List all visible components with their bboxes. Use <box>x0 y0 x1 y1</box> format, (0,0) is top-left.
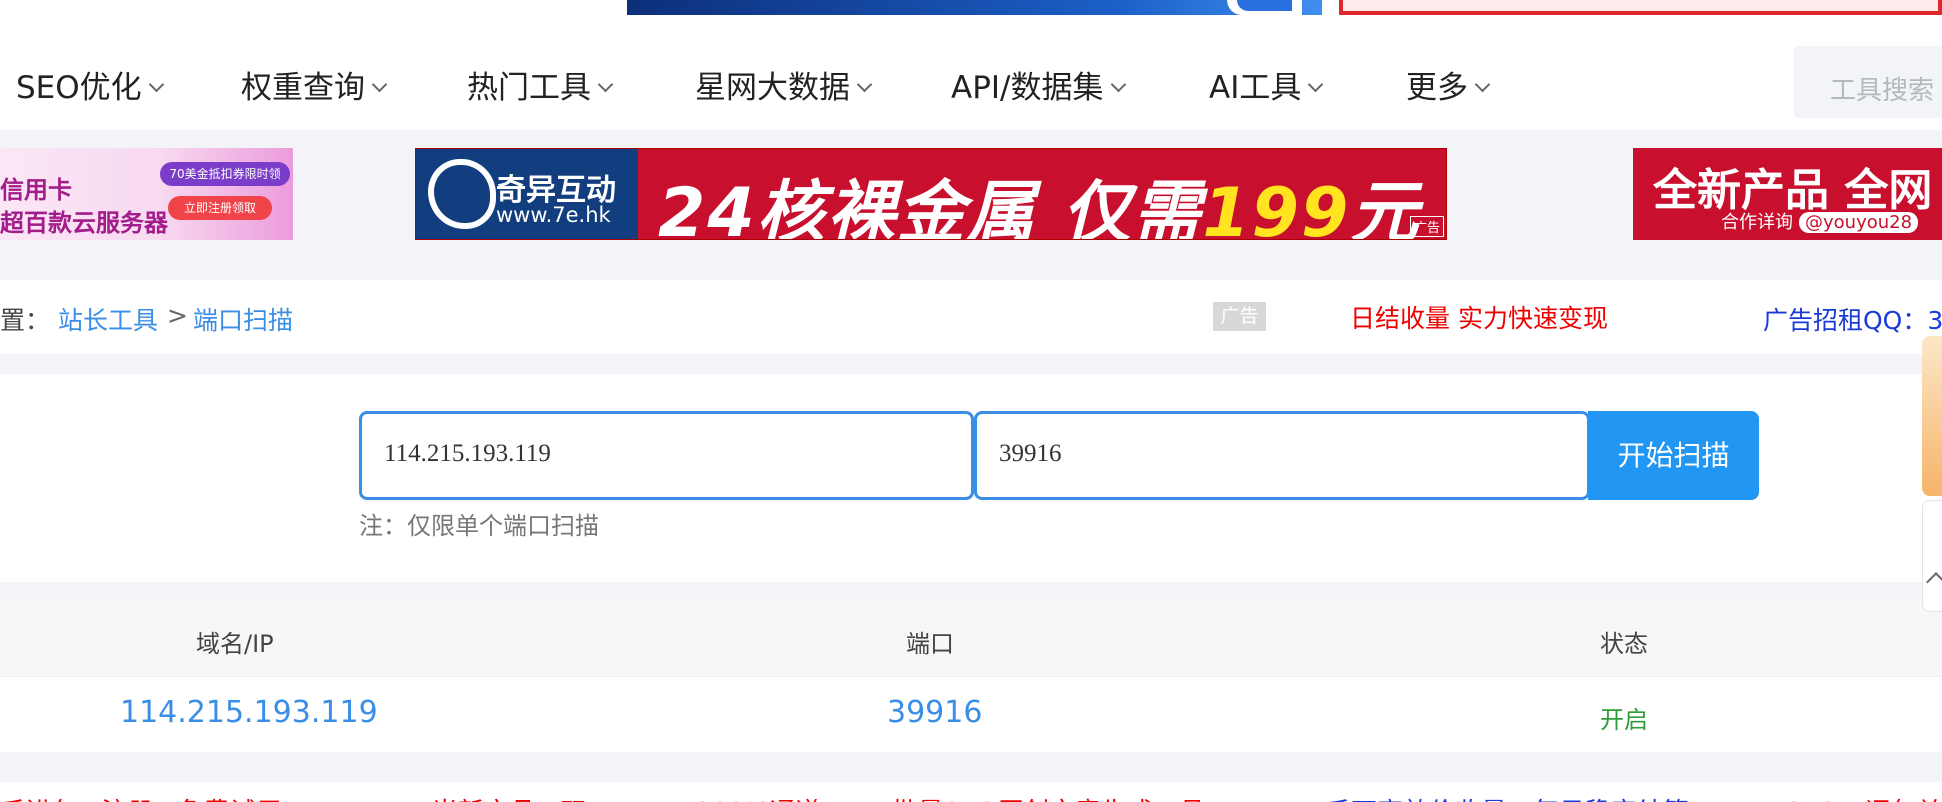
column-header-status: 状态 <box>1600 630 1648 658</box>
nav-item-hot-tools[interactable]: 热门工具 <box>467 62 614 107</box>
promo-link[interactable]: 日结收量 实力快速变现 <box>1350 299 1608 335</box>
side-tools-card[interactable] <box>1922 500 1942 612</box>
chevron-down-icon <box>856 76 873 93</box>
ad-banner-middle[interactable]: 奇异互动 www.7e.hk 24核裸金属 仅需199元 广告 <box>415 148 1447 240</box>
bottom-link-5[interactable]: SEO工词包关 <box>1785 792 1942 802</box>
nav-label: 星网大数据 <box>695 70 850 106</box>
breadcrumb-label: 置： <box>0 306 51 335</box>
ad-right-line2: 合作详询 @youyou28 <box>1721 208 1919 234</box>
nav-item-ai-tools[interactable]: AI工具 <box>1209 62 1324 107</box>
ad-headline-text: 24核裸金属 仅需 <box>658 174 1203 240</box>
result-host-link[interactable]: 114.215.193.119 <box>120 695 378 730</box>
ad-banner-left[interactable]: 信用卡 超百款云服务器 70美金抵扣券限时领 立即注册领取 <box>0 148 293 240</box>
bottom-link-4[interactable]: 千万高效价收量，每日稳定结算 <box>1325 792 1689 802</box>
breadcrumb-link-webmaster-tools[interactable]: 站长工具 <box>58 301 158 337</box>
column-header-host: 域名/IP <box>196 630 274 658</box>
nav-label: SEO优化 <box>16 70 142 106</box>
bottom-link-2[interactable]: ✓当新产品■双NVMe 7.200%通道 <box>410 792 821 802</box>
port-input[interactable]: 39916 <box>974 411 1590 500</box>
ad-row: 信用卡 超百款云服务器 70美金抵扣券限时领 立即注册领取 奇异互动 www.7… <box>0 130 1942 275</box>
nav-item-weight-query[interactable]: 权重查询 <box>241 62 388 107</box>
chevron-down-icon <box>1308 76 1324 93</box>
chevron-down-icon <box>597 76 614 93</box>
chevron-down-icon <box>1110 76 1126 93</box>
nav-label: API/数据集 <box>951 70 1104 106</box>
top-ad-tag-inner <box>1237 0 1292 11</box>
back-to-top-icon[interactable] <box>1926 572 1942 592</box>
port-scan-form: 114.215.193.119 39916 开始扫描 注：仅限单个端口扫描 <box>0 374 1942 582</box>
nav-item-api[interactable]: API/数据集 <box>951 62 1126 107</box>
main-nav: SEO优化 权重查询 热门工具 星网大数据 API/数据集 AI工具 更多 工具… <box>0 18 1942 130</box>
chevron-down-icon <box>148 76 164 93</box>
ad-tag-badge: 广告 <box>1409 216 1444 237</box>
top-ad-banner-blue[interactable] <box>627 0 1322 15</box>
ad-left-line2: 超百款云服务器 <box>0 209 168 237</box>
nav-item-more[interactable]: 更多 <box>1406 62 1491 107</box>
ad-headline-price: 199 <box>1202 174 1351 240</box>
breadcrumb: 置： 站长工具 > 端口扫描 广告 日结收量 实力快速变现 广告招租QQ：36 <box>0 280 1942 354</box>
result-status: 开启 <box>1600 706 1648 734</box>
ad-badge: 广告 <box>1213 302 1266 331</box>
side-float-widget[interactable] <box>1922 336 1942 496</box>
ad-headline: 24核裸金属 仅需199元 <box>658 157 1420 240</box>
results-table: 域名/IP 端口 状态 114.215.193.119 39916 开启 <box>0 600 1942 752</box>
bottom-ad-links: 千进包IP注册■免费试用■ ✓当新产品■双NVMe 7.200%通道 ✓批量SE… <box>0 782 1942 802</box>
table-header: 域名/IP 端口 状态 <box>0 600 1942 677</box>
nav-item-seo[interactable]: SEO优化 <box>16 62 164 107</box>
ad-brand-logo: 奇异互动 www.7e.hk <box>416 149 638 239</box>
ad-banner-right[interactable]: 全新产品 全网 合作详询 @youyou28 <box>1633 148 1942 240</box>
nav-label: 热门工具 <box>467 70 591 106</box>
result-port-link[interactable]: 39916 <box>887 695 982 730</box>
table-row: 114.215.193.119 39916 开启 <box>0 678 1942 751</box>
ad-left-pill-coupon: 70美金抵扣券限时领 <box>160 162 290 186</box>
breadcrumb-separator: > <box>167 301 188 330</box>
ad-contact-link[interactable]: 广告招租QQ：36 <box>1763 301 1942 337</box>
top-ad-banner-red[interactable] <box>1339 0 1942 15</box>
bottom-link-1[interactable]: 千进包IP注册■免费试用■ <box>0 792 306 802</box>
nav-item-bigdata[interactable]: 星网大数据 <box>695 62 873 107</box>
bottom-link-3[interactable]: ✓批量SEO原创文章生成工具✓ <box>870 792 1227 802</box>
breadcrumb-link-port-scan[interactable]: 端口扫描 <box>193 301 293 337</box>
ad-right-contact-label: 合作详询 <box>1721 212 1793 233</box>
ip-input[interactable]: 114.215.193.119 <box>359 411 974 500</box>
ad-left-line1: 信用卡 <box>0 176 72 204</box>
start-scan-button[interactable]: 开始扫描 <box>1588 411 1759 500</box>
chevron-down-icon <box>1474 76 1491 93</box>
top-banner-strip <box>0 0 1942 18</box>
ad-brand-url: www.7e.hk <box>496 203 611 227</box>
column-header-port: 端口 <box>906 630 954 658</box>
nav-label: 权重查询 <box>241 70 365 106</box>
scan-note: 注：仅限单个端口扫描 <box>359 512 599 540</box>
nav-label: AI工具 <box>1209 70 1302 106</box>
nav-label: 更多 <box>1406 70 1468 106</box>
brand-logo-icon <box>428 159 496 229</box>
ad-right-handle: @youyou28 <box>1799 212 1919 233</box>
tool-search-input[interactable]: 工具搜索 <box>1794 46 1942 118</box>
ad-left-pill-register: 立即注册领取 <box>168 196 272 220</box>
chevron-down-icon <box>371 76 388 93</box>
